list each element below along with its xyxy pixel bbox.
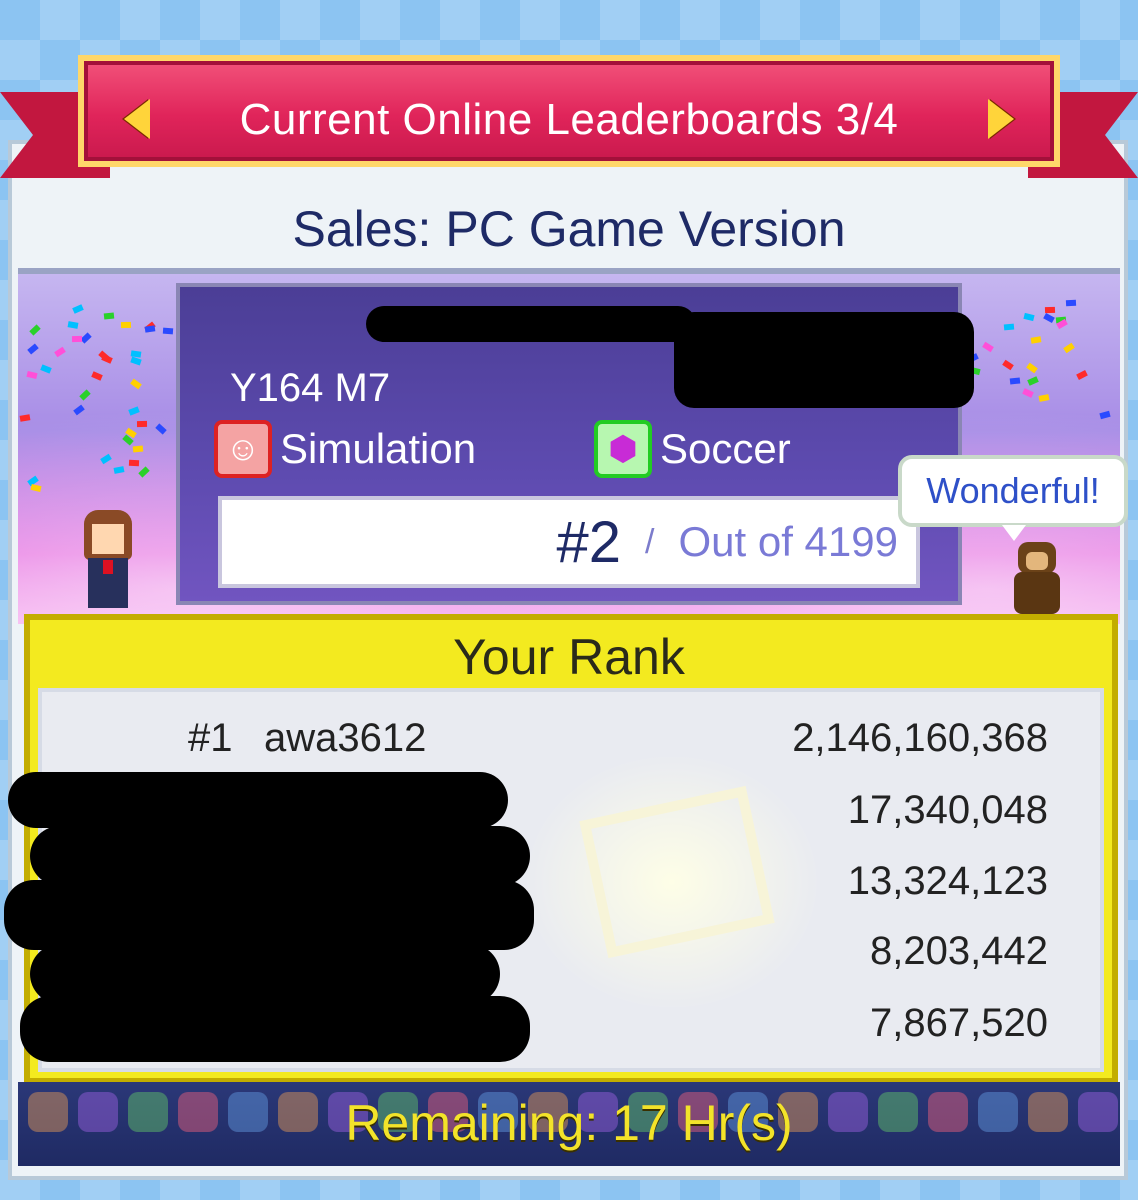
redaction bbox=[30, 826, 530, 886]
confetti-piece bbox=[103, 312, 115, 320]
gem-icon: ⬢ bbox=[594, 420, 652, 478]
speech-bubble: Wonderful! bbox=[898, 455, 1128, 541]
header-ribbon: Current Online Leaderboards 3/4 bbox=[78, 55, 1060, 167]
genre-label: Simulation bbox=[280, 425, 477, 472]
row-score: 8,203,442 bbox=[870, 929, 1048, 973]
genre-tag: ☺ Simulation bbox=[214, 420, 476, 478]
confetti-piece bbox=[1065, 300, 1077, 307]
your-rank-heading: Your Rank bbox=[453, 629, 685, 685]
confetti-piece bbox=[144, 325, 155, 333]
type-label: Soccer bbox=[660, 425, 791, 472]
rank-bar: #2 / Out of 4199 bbox=[218, 496, 920, 588]
rank-separator: / bbox=[645, 522, 655, 561]
rank-number: #2 bbox=[556, 509, 622, 575]
rank-total: Out of 4199 bbox=[678, 518, 899, 565]
table-row: #1 awa3612 2,146,160,368 bbox=[42, 716, 1100, 776]
confetti-piece bbox=[1004, 323, 1015, 331]
confetti-piece bbox=[1010, 377, 1021, 385]
redaction bbox=[8, 772, 508, 828]
confetti-piece bbox=[137, 421, 148, 428]
type-tag: ⬢ Soccer bbox=[594, 420, 791, 478]
row-rank: #1 bbox=[188, 716, 233, 760]
redaction bbox=[674, 312, 974, 408]
row-score: 13,324,123 bbox=[847, 859, 1048, 903]
arrow-right-icon[interactable] bbox=[988, 99, 1014, 139]
confetti-piece bbox=[163, 327, 174, 335]
confetti-piece bbox=[120, 321, 131, 328]
confetti-piece bbox=[71, 336, 82, 343]
release-date: Y164 M7 bbox=[230, 366, 391, 410]
row-score: 7,867,520 bbox=[870, 1001, 1048, 1045]
row-score: 2,146,160,368 bbox=[792, 716, 1048, 760]
redaction bbox=[4, 880, 534, 950]
confetti-piece bbox=[19, 414, 31, 422]
confetti-piece bbox=[67, 321, 79, 329]
redaction bbox=[30, 944, 500, 1004]
face-icon: ☺ bbox=[214, 420, 272, 478]
row-name: awa3612 bbox=[264, 716, 427, 760]
secretary-character bbox=[78, 510, 138, 614]
time-remaining: Remaining: 17 Hr(s) bbox=[345, 1095, 793, 1151]
board-title: Sales: PC Game Version bbox=[292, 201, 846, 257]
page-title: Current Online Leaderboards 3/4 bbox=[239, 95, 899, 144]
confetti-piece bbox=[129, 459, 140, 467]
monkey-character bbox=[1008, 542, 1066, 614]
redaction bbox=[366, 306, 696, 342]
redaction bbox=[20, 996, 530, 1062]
row-score: 17,340,048 bbox=[847, 788, 1048, 832]
